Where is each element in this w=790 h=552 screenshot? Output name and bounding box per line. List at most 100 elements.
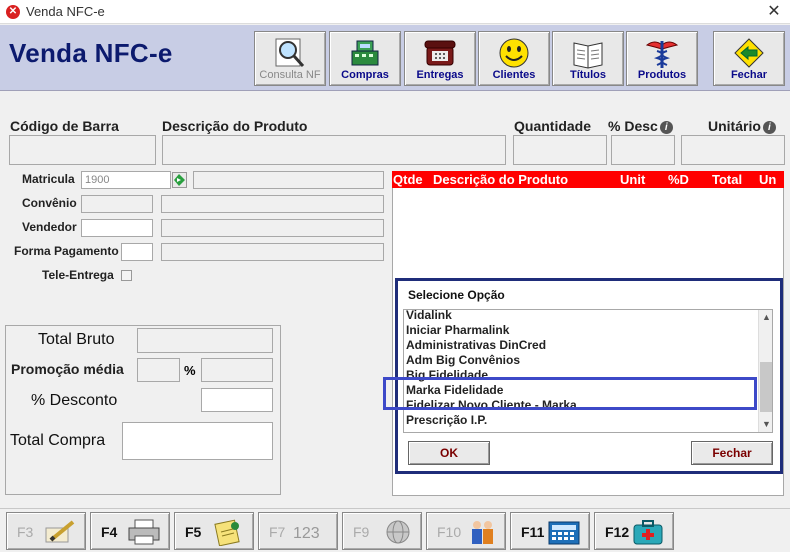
items-table-header: Qtde Descrição do Produto Unit %D Total …: [392, 171, 784, 188]
list-item[interactable]: Administrativas DinCred: [406, 338, 546, 353]
f4-label: F4: [101, 524, 118, 540]
desconto-label: % Desconto: [31, 392, 118, 409]
desconto-input[interactable]: [201, 388, 273, 412]
green-arrow-icon: [174, 174, 185, 186]
vendedor-code-input[interactable]: [81, 219, 153, 237]
list-item[interactable]: Iniciar Pharmalink: [406, 323, 509, 338]
entregas-button[interactable]: Entregas: [404, 31, 476, 86]
forma-pagamento-name-display: [161, 243, 384, 261]
tele-entrega-label: Tele-Entrega: [42, 268, 114, 282]
f12-button[interactable]: F12: [594, 512, 674, 550]
promocao-value-display: [137, 358, 180, 382]
forma-pagamento-code-input[interactable]: [121, 243, 153, 261]
title-bar: ✕ Venda NFC-e ✕: [0, 0, 790, 24]
f3-label: F3: [17, 524, 34, 540]
list-item[interactable]: Prescrição I.P.: [406, 413, 487, 428]
forma-pagamento-label: Forma Pagamento: [14, 244, 119, 258]
convenio-label: Convênio: [22, 196, 77, 210]
scroll-down-icon[interactable]: ▼: [759, 417, 772, 432]
f5-label: F5: [185, 524, 202, 540]
fechar-button[interactable]: Fechar: [713, 31, 785, 86]
first-aid-icon: [633, 520, 663, 545]
option-list[interactable]: Vidalink Iniciar Pharmalink Administrati…: [403, 309, 773, 433]
select-option-dialog: Selecione Opção Vidalink Iniciar Pharmal…: [395, 278, 783, 474]
ok-button[interactable]: OK: [408, 441, 490, 465]
svg-text:123: 123: [293, 525, 320, 542]
product-description-input[interactable]: [162, 135, 506, 165]
scroll-thumb[interactable]: [760, 362, 772, 412]
list-item[interactable]: Vidalink: [406, 310, 452, 323]
column-unit: Unit: [620, 172, 646, 187]
total-compra-label: Total Compra: [10, 432, 106, 449]
compras-label: Compras: [341, 69, 389, 81]
compras-button[interactable]: Compras: [329, 31, 401, 86]
promocao-percent-display: [201, 358, 273, 382]
promocao-media-label: Promoção média: [11, 361, 124, 377]
column-qtde: Qtde: [393, 172, 423, 187]
window-title: Venda NFC-e: [26, 4, 105, 19]
entregas-label: Entregas: [416, 69, 464, 81]
magnifier-icon: [275, 38, 305, 68]
discount-input[interactable]: [611, 135, 675, 165]
f11-button[interactable]: F11: [510, 512, 590, 550]
tele-entrega-checkbox[interactable]: [121, 270, 132, 281]
unit-price-label: Unitário i: [708, 118, 776, 134]
produtos-button[interactable]: Produtos: [626, 31, 698, 86]
close-window-button[interactable]: ✕: [764, 2, 784, 22]
titulos-label: Títulos: [569, 69, 607, 81]
quantity-input[interactable]: [513, 135, 607, 165]
matricula-search-button[interactable]: [172, 172, 187, 188]
globe-icon: [386, 520, 410, 544]
matricula-input[interactable]: 1900: [81, 171, 171, 189]
phone-icon: [424, 40, 456, 66]
f3-button[interactable]: F3: [6, 512, 86, 550]
cash-register-icon: [351, 40, 379, 66]
titulos-button[interactable]: Títulos: [552, 31, 624, 86]
total-bruto-label: Total Bruto: [38, 331, 115, 348]
app-heading: Venda NFC-e: [9, 38, 173, 68]
fechar-label: Fechar: [730, 69, 768, 81]
barcode-label: Código de Barra: [10, 118, 119, 134]
info-icon[interactable]: i: [762, 120, 776, 134]
consulta-nf-label: Consulta NF: [259, 69, 321, 81]
selection-highlight-frame: [383, 377, 757, 410]
vendedor-name-display: [161, 219, 384, 237]
unit-price-input[interactable]: [681, 135, 785, 165]
f10-button[interactable]: F10: [426, 512, 506, 550]
f9-label: F9: [353, 524, 370, 540]
quantity-label: Quantidade: [514, 118, 592, 134]
column-un: Un: [759, 172, 777, 187]
f10-label: F10: [437, 524, 462, 540]
info-icon[interactable]: i: [659, 120, 673, 134]
convenio-code-input[interactable]: [81, 195, 153, 213]
option-list-scrollbar[interactable]: ▲ ▼: [758, 310, 772, 432]
calculator-icon: [548, 521, 580, 545]
exit-arrow-icon: [734, 38, 764, 68]
column-descricao: Descrição do Produto: [433, 172, 569, 187]
barcode-input[interactable]: [9, 135, 156, 165]
people-icon: [472, 521, 493, 544]
f4-button[interactable]: F4: [90, 512, 170, 550]
vendedor-label: Vendedor: [22, 220, 77, 234]
clientes-label: Clientes: [492, 69, 536, 81]
list-item[interactable]: Adm Big Convênios: [406, 353, 520, 368]
f7-button[interactable]: F7 123: [258, 512, 338, 550]
f12-label: F12: [605, 524, 630, 540]
clientes-button[interactable]: Clientes: [478, 31, 550, 86]
dialog-close-button[interactable]: Fechar: [691, 441, 773, 465]
numbers-icon: 123: [293, 525, 320, 542]
total-compra-display: [122, 422, 273, 460]
dialog-title: Selecione Opção: [408, 288, 505, 302]
f5-button[interactable]: F5: [174, 512, 254, 550]
product-description-label: Descrição do Produto: [162, 118, 308, 134]
caduceus-icon: [645, 41, 679, 68]
f9-button[interactable]: F9: [342, 512, 422, 550]
matricula-label: Matricula: [22, 172, 75, 186]
notes-icon: [214, 519, 240, 546]
scroll-up-icon[interactable]: ▲: [759, 310, 772, 325]
produtos-label: Produtos: [637, 69, 687, 81]
header: Venda NFC-e Consulta NF Compras Entregas: [0, 25, 790, 91]
consulta-nf-button[interactable]: Consulta NF: [254, 31, 326, 86]
matricula-name-display: [193, 171, 384, 189]
total-bruto-display: [137, 328, 273, 353]
